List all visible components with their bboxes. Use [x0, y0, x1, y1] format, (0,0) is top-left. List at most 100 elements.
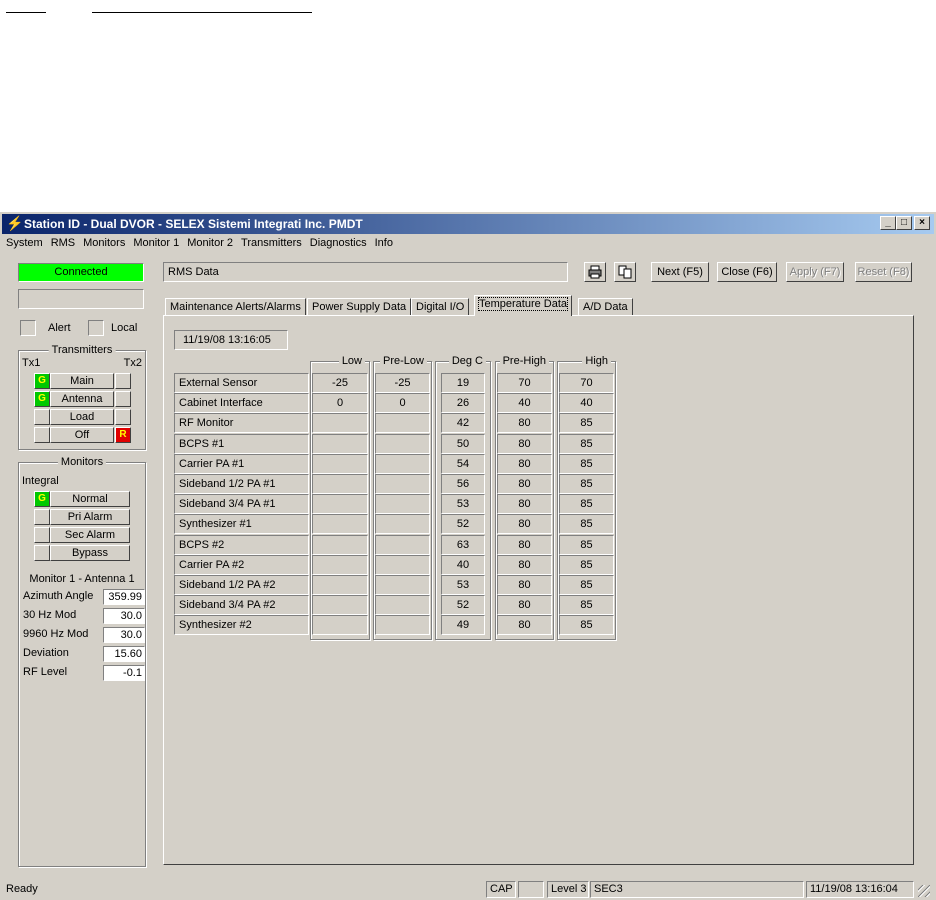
low-cell	[312, 413, 368, 434]
readout-value: 15.60	[103, 646, 145, 662]
monitor-bypass-button[interactable]: Bypass	[50, 545, 130, 561]
monitor-pri-alarm-indicator	[34, 509, 50, 525]
tx2-load-indicator	[115, 409, 131, 425]
readout-value: 359.99	[103, 589, 145, 605]
copy-icon	[618, 265, 632, 279]
print-button[interactable]	[584, 262, 606, 282]
prelow-cell: 0	[375, 393, 430, 414]
rms-header: RMS Data	[163, 262, 568, 282]
prelow-cell	[375, 453, 430, 474]
sensor-name-cell: BCPS #2	[174, 534, 309, 555]
tab-digital-io[interactable]: Digital I/O	[411, 298, 470, 316]
alert-indicator	[20, 320, 36, 336]
readout-label: 9960 Hz Mod	[23, 628, 89, 640]
high-cell: 85	[559, 474, 614, 494]
close-button[interactable]: Close (F6)	[717, 262, 777, 282]
copy-button[interactable]	[614, 262, 636, 282]
low-cell	[312, 474, 368, 494]
prehigh-cell: 80	[497, 534, 552, 555]
reset-button[interactable]: Reset (F8)	[855, 262, 912, 282]
prehigh-cell: 80	[497, 595, 552, 616]
column-header-prehigh: Pre-High	[499, 355, 549, 367]
monitor-bypass-indicator	[34, 545, 50, 561]
tx2-antenna-indicator	[115, 391, 131, 407]
monitor-sec-alarm-indicator	[34, 527, 50, 543]
low-cell	[312, 453, 368, 474]
low-cell	[312, 494, 368, 515]
status-bar: Ready CAP Level 3 SEC3 11/19/08 13:16:04	[2, 879, 934, 899]
degc-cell: 53	[441, 494, 485, 515]
tx-load-button[interactable]: Load	[50, 409, 114, 425]
menu-transmitters[interactable]: Transmitters	[237, 234, 306, 252]
next-button[interactable]: Next (F5)	[651, 262, 709, 282]
monitors-title: Monitors	[57, 456, 107, 468]
title-bar[interactable]: ⚡ Station ID - Dual DVOR - SELEX Sistemi…	[2, 214, 934, 234]
menu-diagnostics[interactable]: Diagnostics	[306, 234, 371, 252]
menu-system[interactable]: System	[2, 234, 47, 252]
high-cell: 85	[559, 595, 614, 616]
high-cell: 85	[559, 514, 614, 535]
apply-button[interactable]: Apply (F7)	[786, 262, 844, 282]
tab-label: Digital I/O	[416, 301, 465, 313]
maximize-icon[interactable]: □	[896, 216, 912, 230]
high-cell: 85	[559, 534, 614, 555]
sensor-name-cell: Synthesizer #2	[174, 615, 309, 636]
monitor-normal-button[interactable]: Normal	[50, 491, 130, 507]
degc-cell: 52	[441, 514, 485, 535]
degc-cell: 63	[441, 534, 485, 555]
integral-label: Integral	[22, 475, 59, 487]
tab-maintenance-alerts[interactable]: Maintenance Alerts/Alarms	[165, 298, 306, 316]
degc-cell: 53	[441, 575, 485, 595]
tx-off-button[interactable]: Off	[50, 427, 114, 443]
menu-rms[interactable]: RMS	[47, 234, 79, 252]
sensor-name-cell: Sideband 3/4 PA #1	[174, 494, 309, 515]
tab-ad-data[interactable]: A/D Data	[578, 298, 633, 316]
sensor-name-cell: Synthesizer #1	[174, 514, 309, 535]
tx-main-button[interactable]: Main	[50, 373, 114, 389]
tx1-load-indicator	[34, 409, 50, 425]
tab-label: Maintenance Alerts/Alarms	[170, 301, 301, 313]
monitors-group: Monitors Integral G Normal Pri Alarm Sec…	[18, 456, 146, 867]
prelow-cell	[375, 595, 430, 616]
monitor-sec-alarm-button[interactable]: Sec Alarm	[50, 527, 130, 543]
tx1-off-indicator	[34, 427, 50, 443]
sensor-name-cell: External Sensor	[174, 373, 309, 393]
high-cell: 85	[559, 453, 614, 474]
tab-temperature-data[interactable]: Temperature Data	[474, 295, 573, 316]
tab-power-supply[interactable]: Power Supply Data	[307, 298, 412, 316]
app-window: ⚡ Station ID - Dual DVOR - SELEX Sistemi…	[0, 212, 936, 900]
readout-value: 30.0	[103, 627, 145, 643]
readout-label: Azimuth Angle	[23, 590, 94, 602]
printer-icon	[588, 265, 602, 279]
low-cell: 0	[312, 393, 368, 414]
prelow-cell	[375, 433, 430, 454]
menu-info[interactable]: Info	[371, 234, 397, 252]
menu-monitor-2[interactable]: Monitor 2	[183, 234, 237, 252]
minimize-icon[interactable]: _	[880, 216, 896, 230]
menu-monitors[interactable]: Monitors	[79, 234, 129, 252]
prelow-cell	[375, 413, 430, 434]
tx1-label: Tx1	[22, 357, 41, 369]
tx2-label: Tx2	[123, 357, 142, 369]
resize-grip-icon[interactable]	[918, 885, 930, 897]
monitor-pri-alarm-button[interactable]: Pri Alarm	[50, 509, 130, 525]
sensor-name-cell: BCPS #1	[174, 433, 309, 454]
timestamp-field: 11/19/08 13:16:05	[174, 330, 288, 350]
prehigh-cell: 80	[497, 413, 552, 434]
prehigh-cell: 80	[497, 474, 552, 494]
prehigh-cell: 80	[497, 554, 552, 575]
high-cell: 85	[559, 494, 614, 515]
prehigh-cell: 70	[497, 373, 552, 393]
low-cell	[312, 534, 368, 555]
status-cap: CAP	[486, 881, 516, 898]
readout-label: 30 Hz Mod	[23, 609, 77, 621]
status-sec: SEC3	[590, 881, 804, 898]
degc-cell: 56	[441, 474, 485, 494]
status-datetime: 11/19/08 13:16:04	[806, 881, 914, 898]
degc-cell: 26	[441, 393, 485, 414]
alert-label: Alert	[48, 322, 71, 334]
close-icon[interactable]: ×	[914, 216, 930, 230]
column-header-degc: Deg C	[448, 355, 486, 367]
tx-antenna-button[interactable]: Antenna	[50, 391, 114, 407]
menu-monitor-1[interactable]: Monitor 1	[129, 234, 183, 252]
